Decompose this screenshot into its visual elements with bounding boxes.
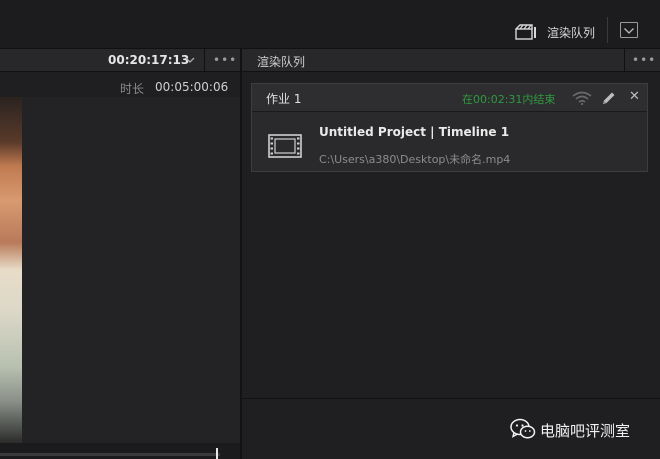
render-queue-toggle-label[interactable]: 渲染队列 bbox=[547, 24, 595, 41]
timecode-display[interactable]: 00:20:17:13 bbox=[108, 53, 189, 67]
render-queue-more-options-button[interactable]: ••• bbox=[632, 53, 656, 67]
wifi-icon[interactable] bbox=[572, 91, 592, 105]
watermark-text: 电脑吧评测室 bbox=[540, 422, 631, 440]
viewer-more-options-button[interactable]: ••• bbox=[213, 53, 237, 67]
pencil-icon[interactable] bbox=[601, 90, 617, 106]
viewer-timeline-strip bbox=[0, 443, 240, 459]
render-job-status: 在00:02:31内结束 bbox=[462, 93, 556, 106]
wechat-icon bbox=[510, 418, 536, 439]
header-divider bbox=[204, 48, 205, 72]
render-queue-title: 渲染队列 bbox=[257, 55, 306, 69]
video-preview-frame bbox=[0, 97, 22, 443]
close-icon[interactable]: ✕ bbox=[629, 89, 640, 104]
render-job-output-path: C:\Users\a380\Desktop\未命名.mp4 bbox=[319, 153, 511, 166]
video-viewer[interactable] bbox=[0, 97, 240, 443]
chevron-down-box-icon[interactable] bbox=[620, 22, 638, 38]
film-strip-icon bbox=[268, 134, 302, 158]
render-job-label: 作业 1 bbox=[266, 92, 302, 106]
playhead[interactable] bbox=[216, 448, 218, 459]
chevron-down-icon[interactable] bbox=[184, 54, 196, 66]
header-divider bbox=[624, 48, 625, 72]
clapperboard-icon[interactable] bbox=[515, 24, 537, 40]
duration-value: 00:05:00:06 bbox=[155, 80, 229, 94]
scrub-bar[interactable] bbox=[0, 453, 220, 456]
toolbar-divider bbox=[607, 17, 608, 43]
render-job-name: Untitled Project | Timeline 1 bbox=[319, 125, 510, 139]
duration-label: 时长 bbox=[120, 82, 145, 96]
